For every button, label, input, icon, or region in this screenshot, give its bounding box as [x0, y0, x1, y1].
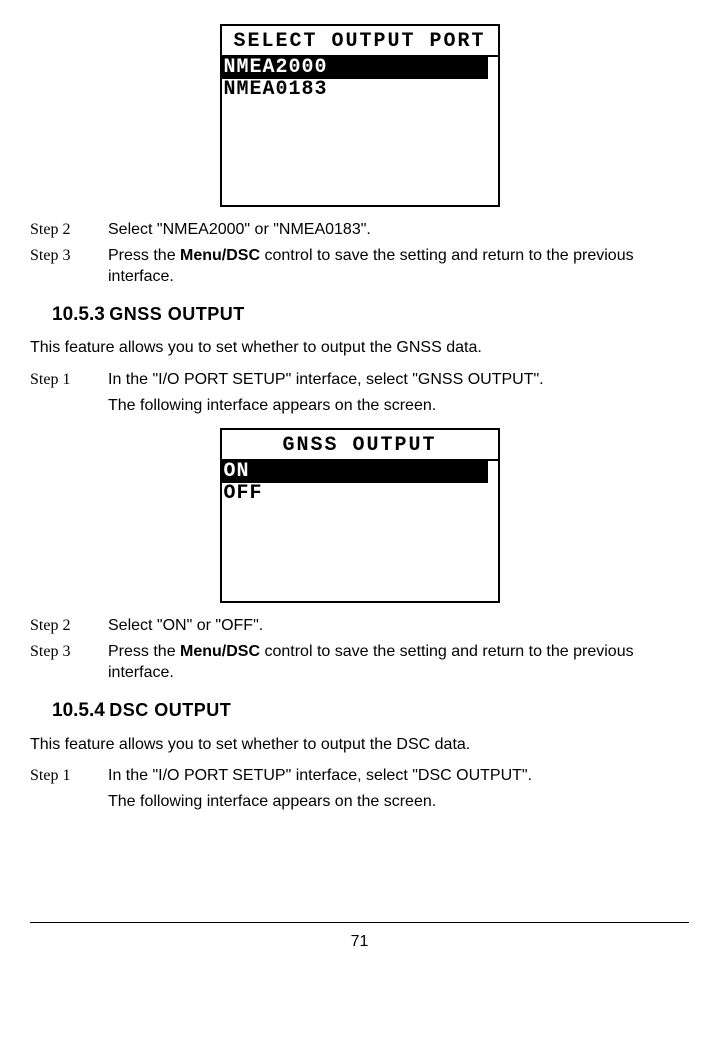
step-label: Step 2 — [30, 615, 108, 637]
lcd-option-selected: NMEA2000 — [222, 57, 488, 79]
step-text: Press the Menu/DSC control to save the s… — [108, 641, 689, 684]
step-label: Step 1 — [30, 369, 108, 416]
step-text: In the "I/O PORT SETUP" interface, selec… — [108, 369, 689, 416]
section-heading-10-5-4: 10.5.4 DSC OUTPUT — [52, 698, 689, 724]
step-text: Press the Menu/DSC control to save the s… — [108, 245, 689, 288]
lcd-option: NMEA0183 — [222, 79, 498, 101]
step-row: Step 1 In the "I/O PORT SETUP" interface… — [30, 369, 689, 416]
heading-number: 10.5.3 — [52, 304, 105, 325]
lcd-body: NMEA2000 NMEA0183 — [222, 57, 498, 205]
section-intro: This feature allows you to set whether t… — [30, 337, 689, 359]
lcd-screen-select-output-port: SELECT OUTPUT PORT NMEA2000 NMEA0183 — [220, 24, 500, 207]
step-label: Step 3 — [30, 245, 108, 288]
text-bold: Menu/DSC — [180, 643, 260, 660]
section-intro: This feature allows you to set whether t… — [30, 734, 689, 756]
page-number: 71 — [351, 933, 369, 950]
lcd-title: GNSS OUTPUT — [222, 430, 498, 461]
lcd-body: ON OFF — [222, 461, 498, 601]
lcd-title: SELECT OUTPUT PORT — [222, 26, 498, 57]
step-row: Step 3 Press the Menu/DSC control to sav… — [30, 641, 689, 684]
step-row: Step 2 Select "NMEA2000" or "NMEA0183". — [30, 219, 689, 241]
step-text: In the "I/O PORT SETUP" interface, selec… — [108, 765, 689, 812]
heading-title: DSC OUTPUT — [109, 700, 231, 720]
step-row: Step 1 In the "I/O PORT SETUP" interface… — [30, 765, 689, 812]
text-pre: Press the — [108, 247, 180, 264]
section-heading-10-5-3: 10.5.3 GNSS OUTPUT — [52, 302, 689, 328]
step-text: Select "ON" or "OFF". — [108, 615, 689, 637]
step-label: Step 2 — [30, 219, 108, 241]
step-text-line: The following interface appears on the s… — [108, 791, 689, 813]
lcd-screen-gnss-output: GNSS OUTPUT ON OFF — [220, 428, 500, 603]
step-label: Step 3 — [30, 641, 108, 684]
step-row: Step 3 Press the Menu/DSC control to sav… — [30, 245, 689, 288]
heading-number: 10.5.4 — [52, 700, 105, 721]
step-row: Step 2 Select "ON" or "OFF". — [30, 615, 689, 637]
step-text-line: The following interface appears on the s… — [108, 395, 689, 417]
text-pre: Press the — [108, 643, 180, 660]
step-label: Step 1 — [30, 765, 108, 812]
lcd-option-selected: ON — [222, 461, 488, 483]
page-footer: 71 — [30, 922, 689, 953]
step-text-line: In the "I/O PORT SETUP" interface, selec… — [108, 369, 689, 391]
text-bold: Menu/DSC — [180, 247, 260, 264]
step-text: Select "NMEA2000" or "NMEA0183". — [108, 219, 689, 241]
heading-title: GNSS OUTPUT — [109, 304, 245, 324]
lcd-option: OFF — [222, 483, 498, 505]
step-text-line: In the "I/O PORT SETUP" interface, selec… — [108, 765, 689, 787]
